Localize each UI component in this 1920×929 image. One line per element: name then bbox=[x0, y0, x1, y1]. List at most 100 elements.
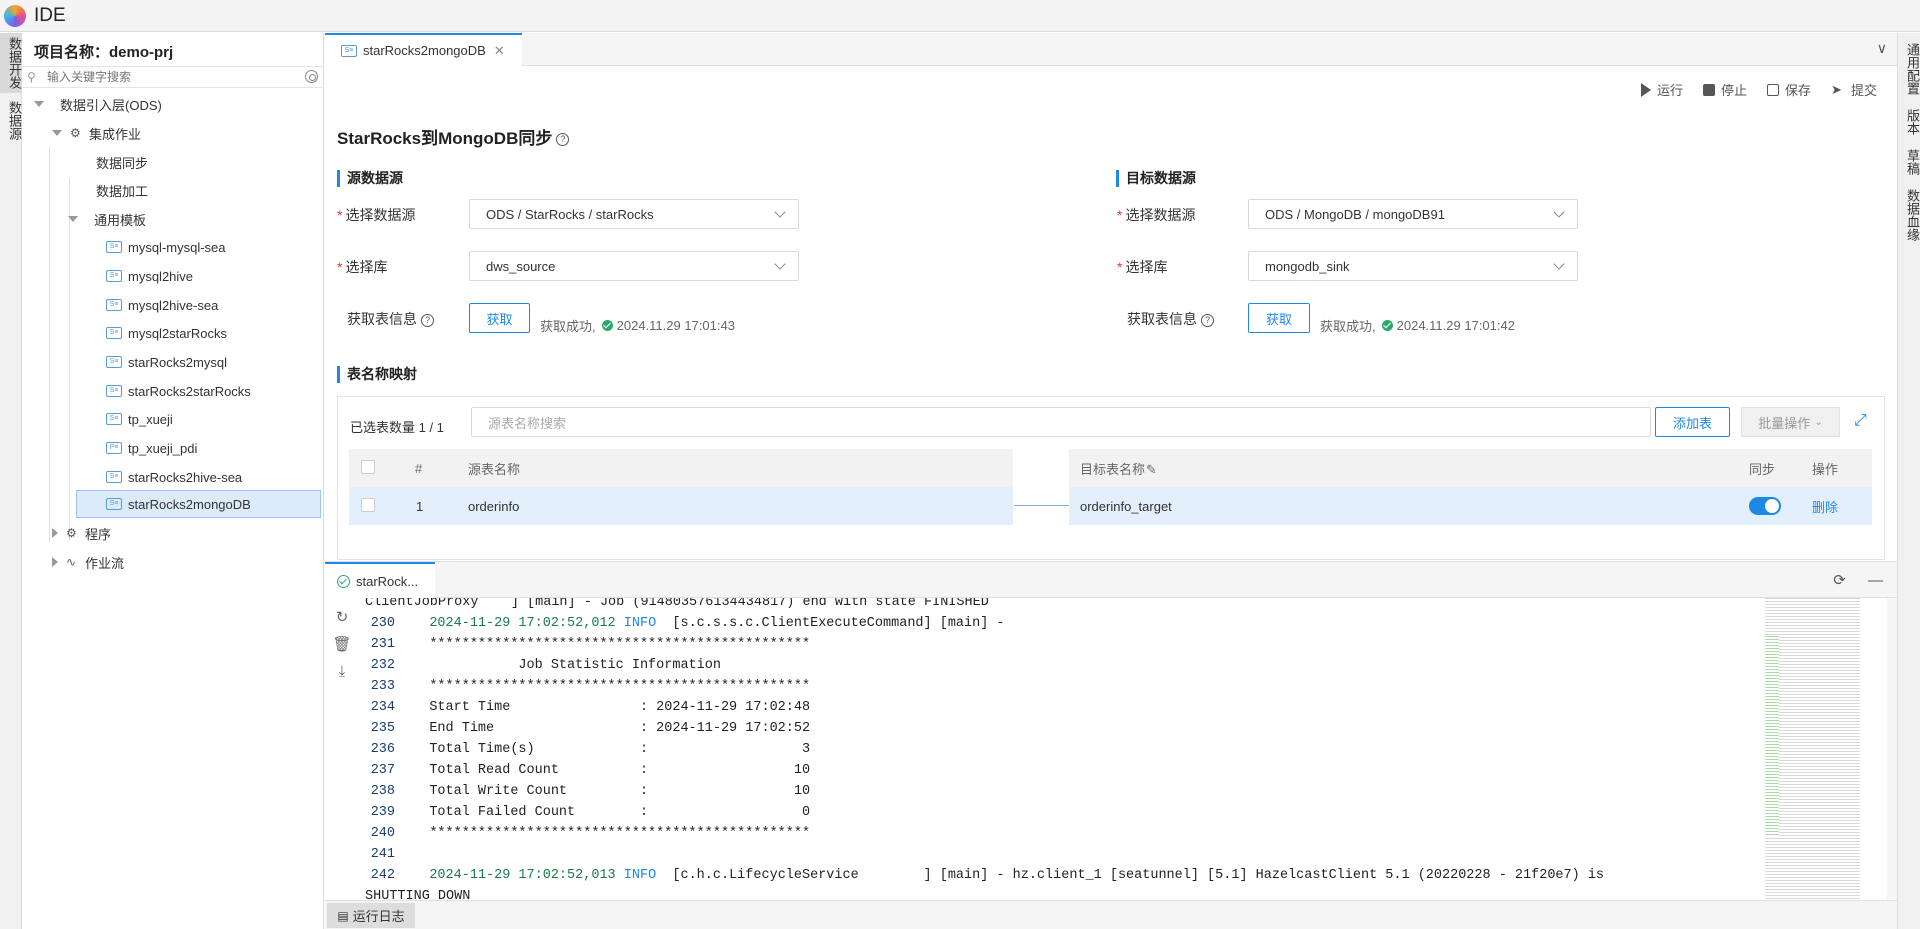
source-datasource-select[interactable]: ODS / StarRocks / starRocks bbox=[469, 199, 799, 229]
rail-tab-general-config[interactable]: 通用配置 bbox=[1898, 39, 1920, 99]
log-text: Total Failed Count : 0 bbox=[429, 805, 811, 820]
target-db-select[interactable]: mongodb_sink bbox=[1248, 251, 1578, 281]
table-row[interactable]: 1 orderinfo bbox=[349, 487, 1013, 525]
workflow-icon: ∿ bbox=[66, 554, 77, 569]
log-line: 236 Total Time(s) : 3 bbox=[365, 739, 1725, 760]
target-datasource-select[interactable]: ODS / MongoDB / mongoDB91 bbox=[1248, 199, 1578, 229]
caret-right-icon bbox=[52, 557, 58, 567]
caret-down-icon bbox=[68, 216, 78, 222]
tree-node-workflow[interactable]: ∿ 作业流 bbox=[52, 548, 124, 576]
log-minimap[interactable] bbox=[1765, 598, 1860, 900]
target-table-header: 目标表名称✎ 同步 操作 bbox=[1069, 449, 1872, 487]
tree-item[interactable]: S≡ starRocks2hive-sea bbox=[106, 463, 242, 491]
tree-item-selected[interactable]: S≡ starRocks2mongoDB bbox=[76, 490, 321, 518]
seatunnel-file-icon: S≡ bbox=[106, 327, 122, 339]
editor-tab[interactable]: S≡ starRocks2mongoDB ✕ bbox=[325, 33, 522, 66]
target-fetch-button[interactable]: 获取 bbox=[1248, 303, 1310, 333]
tree-item[interactable]: S≡ tp_xueji bbox=[106, 405, 173, 433]
log-text: ClientJobProxy ] [main] - Job (914803576… bbox=[365, 598, 989, 610]
tree-item[interactable]: S≡ mysql2hive-sea bbox=[106, 291, 218, 319]
help-icon[interactable]: ? bbox=[1201, 313, 1214, 327]
stop-button[interactable]: 停止 bbox=[1702, 80, 1747, 99]
mapping-search-input[interactable]: 源表名称搜索 bbox=[471, 407, 1651, 437]
rail-tab-lineage[interactable]: 数据血缘 bbox=[1898, 185, 1920, 245]
submit-button[interactable]: ➤ 提交 bbox=[1831, 80, 1877, 99]
edit-icon[interactable]: ✎ bbox=[1146, 462, 1157, 477]
pdi-file-icon: P≡ bbox=[106, 442, 122, 454]
tree-node-sync[interactable]: 数据同步 bbox=[96, 148, 148, 176]
success-icon bbox=[1381, 320, 1393, 331]
log-level: INFO bbox=[623, 868, 657, 883]
row-checkbox[interactable] bbox=[361, 497, 375, 515]
run-log-tab[interactable]: starRock... bbox=[325, 562, 435, 599]
help-icon[interactable]: ? bbox=[556, 133, 570, 147]
restore-icon[interactable]: ⟳ bbox=[1833, 572, 1846, 589]
tree-node-ods[interactable]: 数据引入层(ODS) bbox=[34, 90, 162, 118]
chevron-down-icon bbox=[1553, 258, 1565, 270]
minimize-icon[interactable]: — bbox=[1868, 572, 1883, 589]
seatunnel-file-icon: S≡ bbox=[106, 241, 122, 253]
table-row[interactable]: orderinfo_target 删除 bbox=[1069, 487, 1872, 525]
collapse-icon[interactable]: ∨ bbox=[1877, 40, 1887, 57]
select-all-checkbox[interactable] bbox=[361, 459, 375, 477]
chevron-down-icon: ⌄ bbox=[1814, 416, 1823, 428]
save-button[interactable]: 保存 bbox=[1766, 80, 1811, 99]
rail-tab-draft[interactable]: 草稿 bbox=[1898, 145, 1920, 179]
log-line: 237 Total Read Count : 10 bbox=[365, 760, 1725, 781]
run-button[interactable]: 运行 bbox=[1640, 80, 1683, 99]
tree-item[interactable]: S≡ starRocks2starRocks bbox=[106, 377, 251, 405]
editor-toolbar: 运行 停止 保存 ➤ 提交 bbox=[325, 66, 1897, 113]
sidebar-search-input[interactable] bbox=[47, 70, 297, 84]
log-text: End Time : 2024-11-29 17:02:52 bbox=[429, 721, 811, 736]
rail-tab-version[interactable]: 版本 bbox=[1898, 105, 1920, 139]
tree-item[interactable]: S≡ mysql-mysql-sea bbox=[106, 233, 226, 261]
tree-guide bbox=[49, 147, 50, 542]
fullscreen-icon[interactable]: ⤢ bbox=[1854, 413, 1870, 429]
log-line: 238 Total Write Count : 10 bbox=[365, 781, 1725, 802]
tree-item[interactable]: S≡ mysql2hive bbox=[106, 262, 193, 290]
tree-item[interactable]: S≡ mysql2starRocks bbox=[106, 319, 227, 347]
log-scrollbar[interactable] bbox=[1887, 598, 1897, 900]
target-db-label: * 选择库 bbox=[1117, 259, 1168, 275]
caret-right-icon bbox=[52, 528, 58, 538]
tree-node-integration[interactable]: ⚙ 集成作业 bbox=[52, 119, 141, 147]
left-rail: 数据开发 数据源 bbox=[0, 33, 22, 929]
run-log-footer-tab[interactable]: ▤ 运行日志 bbox=[327, 903, 415, 928]
seatunnel-file-icon: S≡ bbox=[106, 385, 122, 397]
success-icon bbox=[601, 320, 613, 331]
log-text: Start Time : 2024-11-29 17:02:48 bbox=[429, 700, 811, 715]
log-area[interactable]: ↻ 🗑 ⤓ ClientJobProxy ] [main] - Job (914… bbox=[325, 598, 1897, 900]
sync-toggle[interactable] bbox=[1749, 497, 1781, 515]
caret-down-icon bbox=[34, 101, 44, 107]
line-number: 241 bbox=[370, 847, 395, 862]
locate-icon[interactable] bbox=[305, 70, 318, 83]
log-lines: ClientJobProxy ] [main] - Job (914803576… bbox=[365, 598, 1725, 900]
log-line: 234 Start Time : 2024-11-29 17:02:48 bbox=[365, 697, 1725, 718]
tree-node-process[interactable]: 数据加工 bbox=[96, 176, 148, 204]
right-rail: 通用配置 版本 草稿 数据血缘 bbox=[1897, 33, 1920, 929]
tree-node-program[interactable]: ⚙ 程序 bbox=[52, 519, 111, 547]
add-table-button[interactable]: 添加表 bbox=[1655, 407, 1730, 437]
batch-operation-button[interactable]: 批量操作 ⌄ bbox=[1741, 407, 1840, 437]
app-logo-icon bbox=[4, 4, 26, 27]
rail-tab-datasource[interactable]: 数据源 bbox=[0, 97, 22, 144]
editor-tab-bar: S≡ starRocks2mongoDB ✕ ∨ bbox=[325, 33, 1897, 66]
tree-item[interactable]: S≡ starRocks2mysql bbox=[106, 348, 227, 376]
tree-item[interactable]: P≡ tp_xueji_pdi bbox=[106, 434, 197, 462]
help-icon[interactable]: ? bbox=[421, 313, 434, 327]
delete-link[interactable]: 删除 bbox=[1812, 497, 1838, 516]
selected-count: 已选表数量 1 / 1 bbox=[350, 420, 444, 435]
log-line: 231 ************************************… bbox=[365, 634, 1725, 655]
download-icon[interactable]: ⤓ bbox=[331, 658, 353, 685]
source-db-select[interactable]: dws_source bbox=[469, 251, 799, 281]
stop-icon bbox=[1702, 83, 1715, 96]
rail-tab-data-dev[interactable]: 数据开发 bbox=[0, 33, 22, 93]
trash-icon[interactable]: 🗑 bbox=[331, 631, 353, 658]
log-line: 242 2024-11-29 17:02:52,013 INFO [c.h.c.… bbox=[365, 865, 1725, 886]
line-number: 232 bbox=[370, 658, 395, 673]
refresh-icon[interactable]: ↻ bbox=[331, 604, 353, 631]
tree-node-templates[interactable]: 通用模板 bbox=[68, 205, 146, 233]
close-icon[interactable]: ✕ bbox=[494, 43, 505, 59]
source-fetch-button[interactable]: 获取 bbox=[469, 303, 530, 333]
search-icon: ⚲ bbox=[27, 70, 36, 84]
